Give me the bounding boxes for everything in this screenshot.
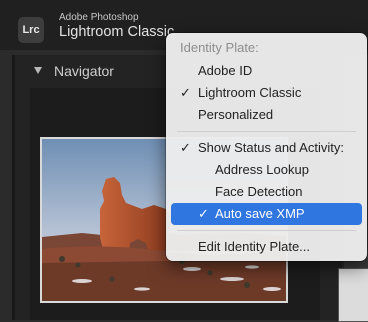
right-panel-thumbnail — [338, 268, 368, 322]
menu-separator — [177, 230, 356, 231]
menu-item-address-lookup[interactable]: Address Lookup — [171, 159, 362, 181]
checkmark-icon: ✓ — [198, 206, 209, 221]
menu-item-auto-save-xmp[interactable]: ✓ Auto save XMP — [171, 203, 362, 225]
menu-separator — [177, 131, 356, 132]
menu-item-personalized[interactable]: Personalized — [171, 104, 362, 126]
panel-edge — [12, 55, 15, 320]
checkmark-icon: ✓ — [180, 85, 191, 100]
app-name: Lightroom Classic — [59, 24, 175, 40]
menu-item-edit-identity-plate[interactable]: Edit Identity Plate... — [171, 236, 362, 258]
identity-plate-context-menu: Identity Plate: Adobe ID ✓ Lightroom Cla… — [166, 33, 367, 261]
menu-item-lightroom-classic[interactable]: ✓ Lightroom Classic — [171, 82, 362, 104]
panel-title: Navigator — [54, 63, 114, 79]
vendor-name: Adobe Photoshop — [59, 12, 139, 23]
menu-item-show-status-and-activity[interactable]: ✓ Show Status and Activity: — [171, 137, 362, 159]
lightroom-logo-icon: Lrc — [18, 17, 44, 43]
menu-item-face-detection[interactable]: Face Detection — [171, 181, 362, 203]
menu-header-identity-plate: Identity Plate: — [180, 40, 259, 55]
disclosure-triangle-icon[interactable] — [34, 67, 42, 74]
menu-item-adobe-id[interactable]: Adobe ID — [171, 60, 362, 82]
checkmark-icon: ✓ — [180, 140, 191, 155]
